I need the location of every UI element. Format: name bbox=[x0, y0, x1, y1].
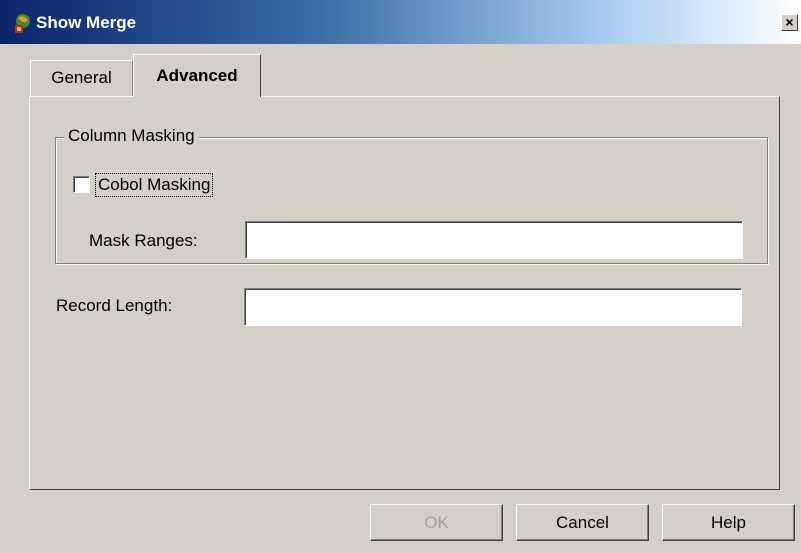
tab-advanced[interactable]: Advanced bbox=[133, 54, 261, 97]
title-bar[interactable]: Show Merge × bbox=[0, 0, 801, 44]
cobol-masking-checkbox[interactable] bbox=[73, 176, 90, 193]
cobol-masking-label[interactable]: Cobol Masking bbox=[95, 173, 214, 197]
record-length-label: Record Length: bbox=[56, 296, 173, 315]
help-button[interactable]: Help bbox=[662, 504, 795, 541]
tab-general[interactable]: General bbox=[30, 60, 133, 96]
mask-ranges-input[interactable] bbox=[245, 221, 743, 259]
mask-ranges-label: Mask Ranges: bbox=[89, 231, 198, 250]
close-button[interactable]: × bbox=[781, 14, 798, 31]
window-title: Show Merge bbox=[36, 13, 137, 32]
show-merge-dialog: Show Merge × General Advanced Column Mas… bbox=[0, 0, 801, 553]
close-icon: × bbox=[785, 14, 794, 30]
app-globe-icon bbox=[15, 14, 30, 33]
cancel-button[interactable]: Cancel bbox=[516, 504, 649, 541]
column-masking-legend: Column Masking bbox=[64, 125, 199, 147]
tab-divider bbox=[260, 55, 261, 97]
record-length-input[interactable] bbox=[244, 288, 742, 326]
ok-button[interactable]: OK bbox=[370, 504, 503, 541]
